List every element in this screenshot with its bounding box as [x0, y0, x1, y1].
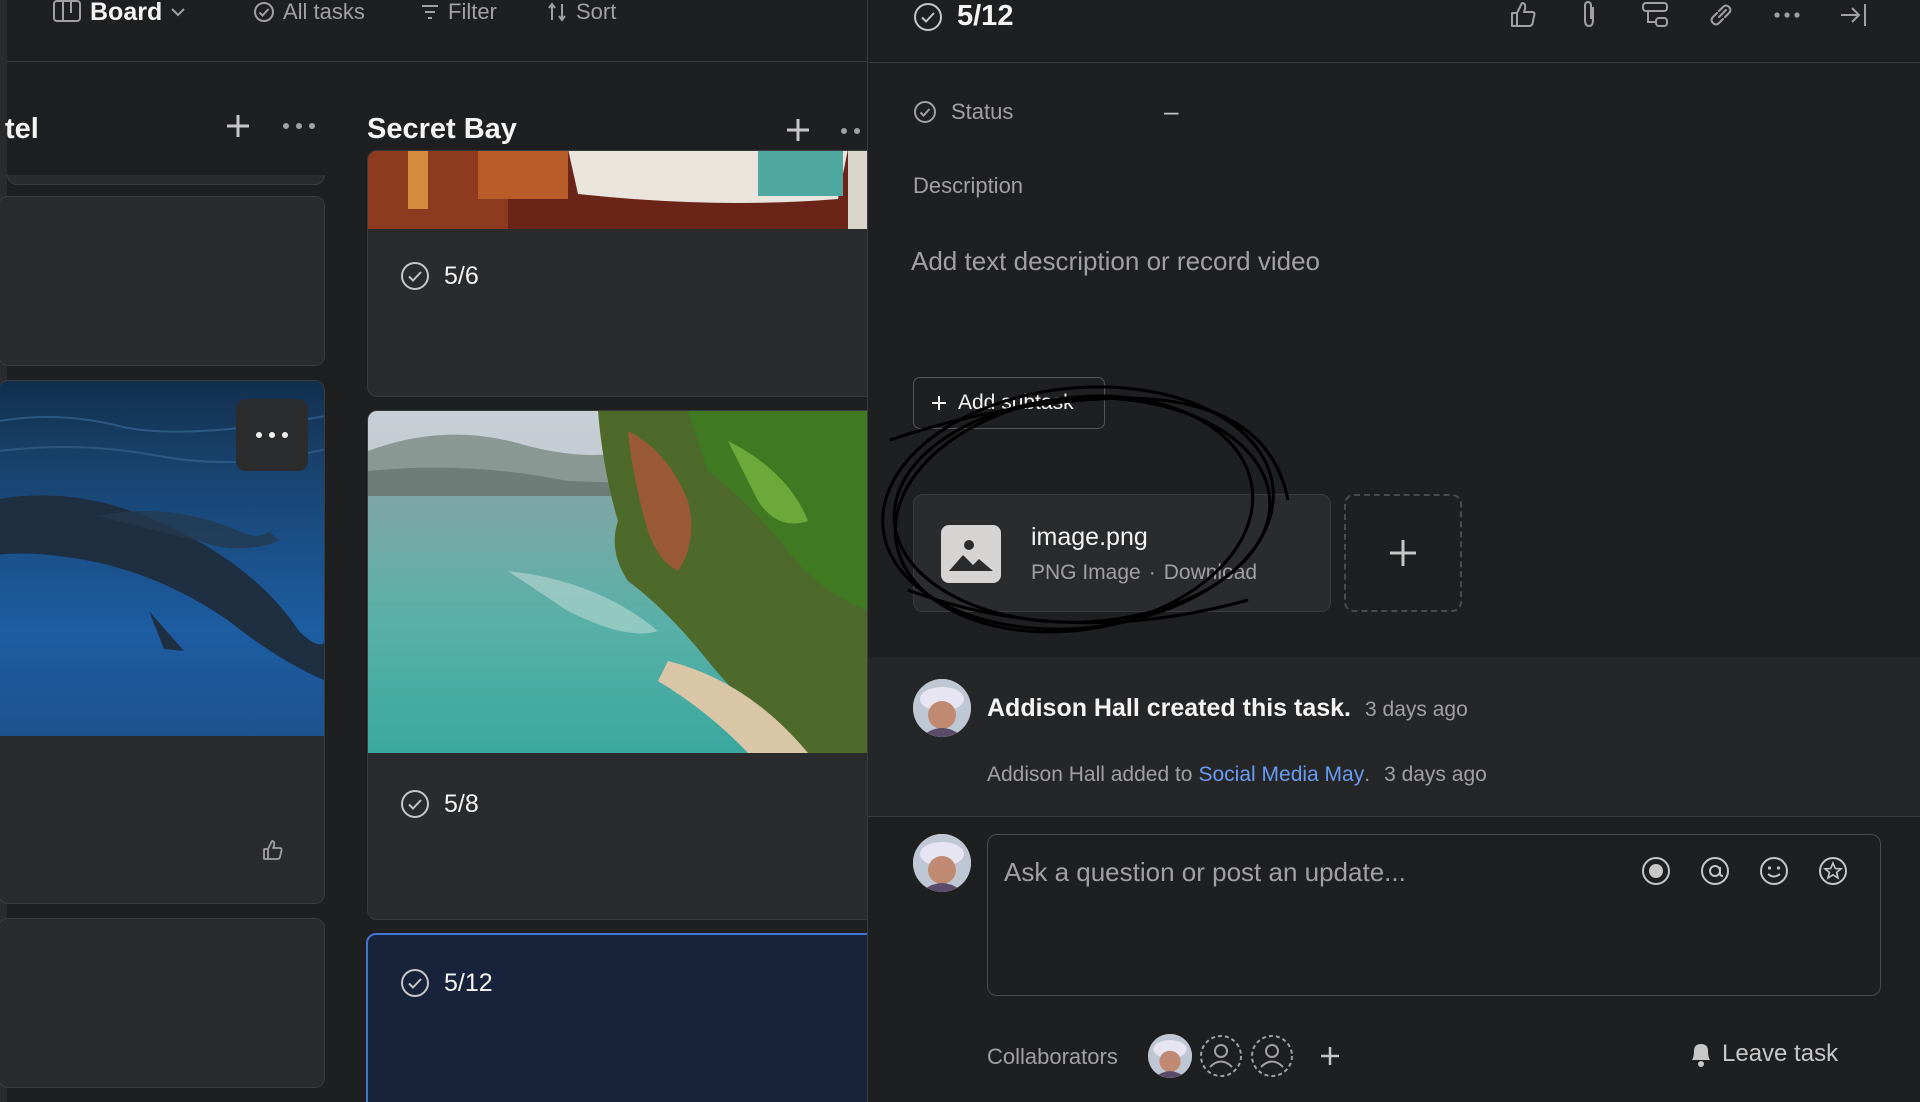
- plus-icon: [932, 396, 946, 410]
- add-subtask-button[interactable]: Add subtask: [913, 377, 1105, 429]
- plus-icon: [1390, 540, 1416, 566]
- board-view: Board All tasks Filter Sort tel Secret B…: [0, 0, 867, 1102]
- subtasks-icon[interactable]: [1640, 0, 1670, 30]
- task-row: 5/12: [400, 968, 493, 998]
- all-tasks-filter[interactable]: All tasks: [253, 0, 365, 24]
- task-card-secret-bay[interactable]: 5/8: [367, 410, 867, 920]
- card-bottom-edge: [7, 175, 325, 185]
- column-more-icon[interactable]: [840, 127, 867, 135]
- card-more-button[interactable]: [236, 399, 308, 471]
- attachment-type: PNG Image: [1031, 561, 1141, 584]
- thumbs-up-icon[interactable]: [1508, 0, 1538, 30]
- filter-label: Filter: [448, 0, 497, 24]
- emoji-icon[interactable]: [1758, 855, 1790, 887]
- download-link[interactable]: Download: [1164, 561, 1257, 585]
- sort-button[interactable]: Sort: [546, 0, 616, 24]
- task-name[interactable]: 5/6: [444, 262, 479, 291]
- task-title-row: 5/12: [913, 0, 1013, 33]
- task-card[interactable]: 5/6: [367, 150, 867, 397]
- add-task-plus-icon[interactable]: [224, 112, 252, 140]
- activity-text: Addison Hall created this task.: [987, 694, 1351, 722]
- task-detail-header: 5/12: [868, 0, 1920, 63]
- attachment-name: image.png: [1031, 523, 1148, 551]
- more-icon[interactable]: [1772, 0, 1802, 30]
- hotel-room-image: [368, 151, 867, 229]
- all-tasks-label: All tasks: [283, 0, 365, 24]
- beach-image: [368, 411, 867, 753]
- board-icon: [53, 0, 81, 22]
- board-label: Board: [90, 0, 163, 26]
- avatar[interactable]: [913, 679, 971, 737]
- column-more-icon[interactable]: [282, 122, 316, 130]
- board-toolbar: Board All tasks Filter Sort: [7, 0, 867, 62]
- collaborator-avatar[interactable]: [1148, 1034, 1192, 1078]
- task-card[interactable]: [0, 196, 325, 366]
- attachment-card[interactable]: image.png PNG Image · Download: [913, 494, 1331, 612]
- sort-icon: [548, 2, 566, 22]
- task-name[interactable]: 5/8: [444, 790, 479, 819]
- status-value[interactable]: –: [1164, 96, 1178, 127]
- mark-complete-check-icon[interactable]: [913, 2, 943, 32]
- avatar[interactable]: [913, 834, 971, 892]
- empty-collaborator-icon[interactable]: [1199, 1034, 1243, 1078]
- leave-task-label: Leave task: [1722, 1040, 1839, 1067]
- add-task-plus-icon[interactable]: [784, 116, 812, 144]
- task-name[interactable]: 5/12: [444, 969, 493, 998]
- image-file-icon: [941, 525, 1001, 583]
- add-attachment-button[interactable]: [1344, 494, 1462, 612]
- project-link[interactable]: Social Media May: [1198, 763, 1364, 787]
- activity-item: Addison Hall created this task. 3 days a…: [987, 694, 1468, 723]
- activity-item: Addison Hall added to Social Media May .…: [987, 763, 1487, 787]
- chevron-down-icon: [171, 8, 185, 17]
- check-circle-icon[interactable]: [400, 968, 430, 998]
- description-field[interactable]: Add text description or record video: [911, 246, 1320, 277]
- star-icon[interactable]: [1817, 855, 1849, 887]
- status-label: Status: [951, 99, 1014, 124]
- column-title: Secret Bay: [367, 113, 517, 145]
- check-circle-icon[interactable]: [400, 261, 430, 291]
- board-view-switcher[interactable]: Board: [52, 0, 186, 26]
- description-label: Description: [913, 173, 1024, 198]
- like-icon[interactable]: [261, 838, 285, 862]
- comment-placeholder: Ask a question or post an update...: [1004, 857, 1406, 887]
- add-collaborator-plus-icon[interactable]: [1319, 1045, 1341, 1067]
- task-title[interactable]: 5/12: [957, 0, 1013, 33]
- column-title: tel: [5, 113, 39, 145]
- link-icon[interactable]: [1706, 0, 1736, 30]
- filter-button[interactable]: Filter: [420, 0, 497, 24]
- collaborators-label: Collaborators: [987, 1044, 1118, 1069]
- task-card-selected[interactable]: 5/12: [366, 933, 867, 1102]
- activity-suffix: .: [1364, 763, 1371, 786]
- task-row: 5/8: [400, 789, 479, 819]
- status-check-icon: [914, 101, 936, 123]
- check-circle-icon: [254, 2, 274, 22]
- add-subtask-label: Add subtask: [958, 391, 1074, 414]
- activity-time: 3 days ago: [1365, 698, 1468, 721]
- more-icon: [256, 432, 288, 438]
- activity-feed: Addison Hall created this task. 3 days a…: [868, 657, 1920, 817]
- task-card-whale[interactable]: [0, 380, 325, 904]
- paperclip-icon[interactable]: [1574, 0, 1604, 30]
- mention-icon[interactable]: [1699, 855, 1731, 887]
- activity-time: 3 days ago: [1384, 763, 1487, 786]
- bell-icon: [1692, 1044, 1710, 1067]
- comment-input[interactable]: Ask a question or post an update...: [987, 834, 1881, 996]
- status-field: Status: [913, 99, 1013, 125]
- activity-text: Addison Hall added to: [987, 763, 1193, 786]
- task-card[interactable]: [0, 918, 325, 1088]
- task-detail-pane: 5/12 Status – Description Add text descr…: [867, 0, 1920, 1102]
- attachment-separator: ·: [1148, 561, 1156, 584]
- sort-label: Sort: [576, 0, 617, 24]
- attachment-meta: PNG Image · Download: [1031, 561, 1257, 585]
- filter-icon: [422, 5, 438, 19]
- leave-task-button[interactable]: Leave task: [1688, 1040, 1838, 1068]
- check-circle-icon[interactable]: [400, 789, 430, 819]
- record-video-icon[interactable]: [1640, 855, 1672, 887]
- close-pane-icon[interactable]: [1838, 0, 1868, 30]
- empty-collaborator-icon[interactable]: [1250, 1034, 1294, 1078]
- task-row: 5/6: [400, 261, 479, 291]
